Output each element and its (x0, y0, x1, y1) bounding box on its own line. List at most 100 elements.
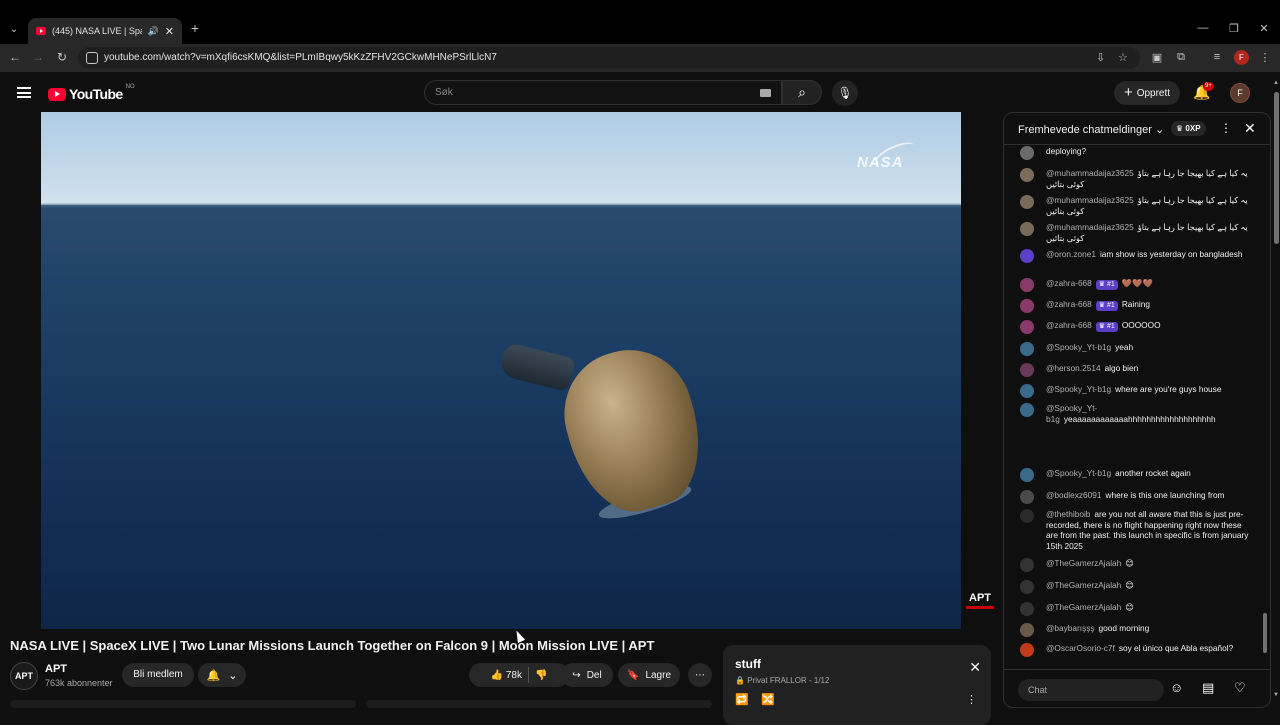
tab-close-icon[interactable]: ✕ (165, 25, 174, 38)
forward-arrow-icon[interactable]: → (30, 50, 46, 64)
chat-author[interactable]: @baybarışşş (1046, 623, 1095, 633)
chat-author[interactable]: @muhammadaijaz3625 (1046, 222, 1134, 232)
chat-message-list[interactable]: deploying? @muhammadaijaz3625 یہ کیا ہے کی… (1004, 146, 1270, 664)
chat-message[interactable]: @oron.zone1 iam show iss yesterday on ban… (1018, 249, 1250, 263)
browser-profile-avatar[interactable]: F (1234, 50, 1249, 65)
browser-menu-kebab-icon[interactable]: ⋮ (1258, 51, 1272, 64)
search-button[interactable]: ⌕ (782, 80, 822, 105)
more-actions-button[interactable]: ⋯ (688, 663, 712, 687)
account-avatar[interactable]: F (1230, 83, 1250, 103)
scroll-down-icon[interactable]: ▼ (1273, 692, 1279, 698)
chat-author-avatar[interactable] (1020, 278, 1034, 292)
chat-message[interactable]: @muhammadaijaz3625 یہ کیا ہے کیا بھیجا جا… (1018, 168, 1250, 189)
window-close-icon[interactable]: ✕ (1254, 22, 1274, 35)
chat-author[interactable]: @oron.zone1 (1046, 249, 1096, 259)
chat-message[interactable]: @zahra-668 ♛ #1 OOOOOO (1018, 320, 1250, 334)
chat-author-avatar[interactable] (1020, 558, 1034, 572)
tab-search-chevron-icon[interactable]: ⌄ (4, 20, 24, 40)
chat-author[interactable]: @zahra-668 (1046, 320, 1092, 330)
chat-author-avatar[interactable] (1020, 363, 1034, 377)
scroll-up-icon[interactable]: ▲ (1273, 80, 1279, 86)
chat-scroll-thumb[interactable] (1263, 613, 1267, 653)
chat-author-avatar[interactable] (1020, 468, 1034, 482)
channel-watermark-badge[interactable]: APT (966, 592, 994, 610)
chat-message[interactable]: @TheGamerzAjalah 😊 (1018, 602, 1250, 616)
chat-author[interactable]: @Spooky_Yt-b1g (1046, 342, 1111, 352)
bookmark-star-icon[interactable]: ☆ (1118, 51, 1128, 64)
voice-search-mic-icon[interactable]: 🎙 (832, 80, 858, 106)
hamburger-menu-icon[interactable] (17, 87, 31, 98)
chat-author-avatar[interactable] (1020, 299, 1034, 313)
chat-author-avatar[interactable] (1020, 490, 1034, 504)
playlist-more-icon[interactable]: ⋮ (966, 693, 977, 706)
restore-icon[interactable]: ❐ (1224, 22, 1244, 35)
install-app-icon[interactable]: ⇩ (1096, 51, 1105, 64)
new-tab-plus-icon[interactable]: + (186, 20, 204, 36)
chat-message[interactable]: @muhammadaijaz3625 یہ کیا ہے کیا بھیجا جا… (1018, 195, 1250, 216)
chat-author-avatar[interactable] (1020, 580, 1034, 594)
media-icon[interactable]: ▣ (1150, 51, 1164, 64)
join-membership-button[interactable]: Bli medlem (122, 663, 194, 687)
chat-author[interactable]: @OscarOsorio-c7f (1046, 643, 1115, 653)
emoji-icon[interactable]: ☺ (1170, 680, 1183, 695)
create-button[interactable]: + Opprett (1114, 81, 1180, 105)
chat-author-avatar[interactable] (1020, 643, 1034, 657)
keyboard-icon[interactable] (760, 89, 771, 97)
channel-name[interactable]: APT (45, 663, 67, 675)
chat-message[interactable]: @thethiboib are you not all aware that th… (1018, 509, 1250, 551)
minimize-icon[interactable]: — (1193, 22, 1213, 34)
chat-author[interactable]: @Spooky_Yt-b1g (1046, 384, 1111, 394)
like-button[interactable]: 👍 78k (491, 670, 522, 681)
chat-author[interactable]: @zahra-668 (1046, 299, 1092, 309)
chat-author[interactable]: @herson.2514 (1046, 363, 1101, 373)
playlist-close-icon[interactable]: ✕ (969, 659, 981, 676)
video-player[interactable]: NASA (41, 112, 961, 629)
browser-tab[interactable]: (445) NASA LIVE | SpaceX LIVE 🔊 ✕ (28, 18, 182, 44)
search-input[interactable]: Søk (424, 80, 782, 105)
extensions-puzzle-icon[interactable]: ⧉ (1174, 51, 1188, 64)
chat-message[interactable]: @OscarOsorio-c7f soy el único que Abla es… (1018, 643, 1250, 657)
chat-author[interactable]: @muhammadaijaz3625 (1046, 168, 1134, 178)
subscription-bell-button[interactable]: 🔔 ⌄ (198, 663, 246, 687)
chat-scrollbar[interactable] (1263, 153, 1267, 657)
playlist-title[interactable]: stuff (735, 657, 761, 671)
chat-author-avatar[interactable] (1020, 249, 1034, 263)
channel-avatar[interactable]: APT (10, 662, 38, 690)
reading-list-icon[interactable]: ≡ (1210, 51, 1224, 63)
chat-message[interactable]: @Spooky_Yt-b1g where are you're guys hous… (1018, 384, 1250, 398)
chat-author-avatar[interactable] (1020, 222, 1034, 236)
chat-author[interactable]: @TheGamerzAjalah (1046, 602, 1121, 612)
chat-author[interactable]: @TheGamerzAjalah (1046, 558, 1121, 568)
address-bar[interactable]: youtube.com/watch?v=mXqfi6csKMQ&list=PLm… (78, 47, 1140, 69)
chat-message[interactable]: @baybarışşş good morning (1018, 623, 1250, 637)
chat-message[interactable]: @Spooky_Yt-b1g another rocket again (1018, 468, 1250, 482)
chat-author-avatar[interactable] (1020, 509, 1034, 523)
page-scroll-thumb[interactable] (1274, 92, 1279, 244)
chat-author-avatar[interactable] (1020, 320, 1034, 334)
chat-message[interactable]: @zahra-668 ♛ #1 🤎🤎🤎 (1018, 278, 1250, 292)
chat-author[interactable]: @zahra-668 (1046, 278, 1092, 288)
chat-message[interactable]: @herson.2514 algo bien (1018, 363, 1250, 377)
chat-message[interactable]: @TheGamerzAjalah 😊 (1018, 580, 1250, 594)
chat-message[interactable]: @Spooky_Yt-b1g yeah (1018, 342, 1250, 356)
chat-message[interactable]: @zahra-668 ♛ #1 Raining (1018, 299, 1250, 313)
page-scrollbar[interactable]: ▲ ▼ (1272, 78, 1280, 706)
chat-message[interactable]: @Spooky_Yt-b1g yeaaaaaaaaaaaahhhhhhhhhhhh… (1018, 403, 1250, 424)
chat-author-avatar[interactable] (1020, 623, 1034, 637)
chat-author-avatar[interactable] (1020, 384, 1034, 398)
chat-author[interactable]: @TheGamerzAjalah (1046, 580, 1121, 590)
chat-author-avatar[interactable] (1020, 168, 1034, 182)
xp-badge[interactable]: ♛ 0XP (1171, 121, 1206, 136)
chat-more-icon[interactable]: ⋮ (1220, 121, 1232, 135)
chat-message[interactable]: deploying? (1018, 146, 1250, 160)
loop-icon[interactable]: 🔁 (735, 693, 749, 706)
shuffle-icon[interactable]: 🔀 (761, 693, 775, 706)
dislike-button[interactable]: 👎 (535, 670, 547, 681)
share-button[interactable]: ↪ Del (561, 663, 613, 687)
chat-mode-selector[interactable]: Fremhevede chatmeldinger ⌄ (1018, 123, 1164, 136)
reload-icon[interactable]: ↻ (54, 50, 70, 64)
speaker-icon[interactable]: 🔊 (148, 26, 159, 37)
chat-author[interactable]: @Spooky_Yt-b1g (1046, 468, 1111, 478)
chat-author-avatar[interactable] (1020, 602, 1034, 616)
chat-author[interactable]: @bodlexz6091 (1046, 490, 1101, 500)
